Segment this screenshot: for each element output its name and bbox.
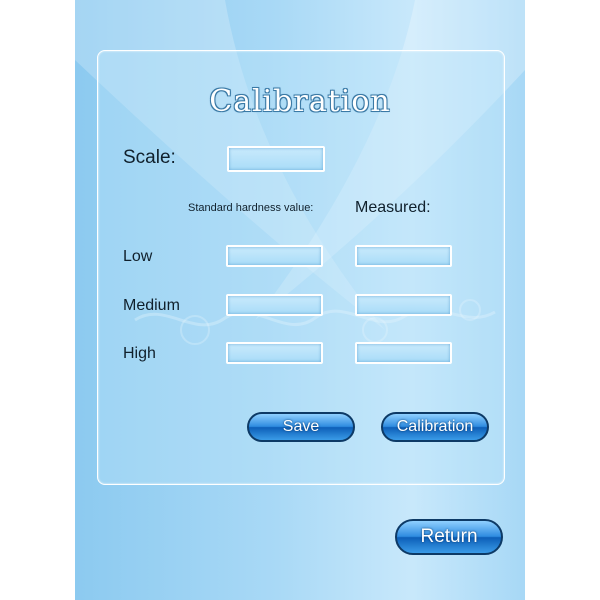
low-measured-input[interactable] <box>355 245 452 267</box>
calibration-screen: Calibration Scale: Standard hardness val… <box>75 0 525 600</box>
medium-measured-input[interactable] <box>355 294 452 316</box>
standard-hardness-header: Standard hardness value: <box>188 202 314 214</box>
row-label-low: Low <box>123 248 153 265</box>
scale-input[interactable] <box>227 146 325 172</box>
save-button[interactable]: Save <box>247 412 355 442</box>
row-label-medium: Medium <box>123 297 180 314</box>
calibration-button[interactable]: Calibration <box>381 412 489 442</box>
high-standard-input[interactable] <box>226 342 323 364</box>
measured-header: Measured: <box>355 199 431 216</box>
return-button[interactable]: Return <box>395 519 503 555</box>
high-measured-input[interactable] <box>355 342 452 364</box>
low-standard-input[interactable] <box>226 245 323 267</box>
page-title: Calibration <box>209 84 391 119</box>
medium-standard-input[interactable] <box>226 294 323 316</box>
row-label-high: High <box>123 345 156 362</box>
scale-label: Scale: <box>123 147 176 168</box>
